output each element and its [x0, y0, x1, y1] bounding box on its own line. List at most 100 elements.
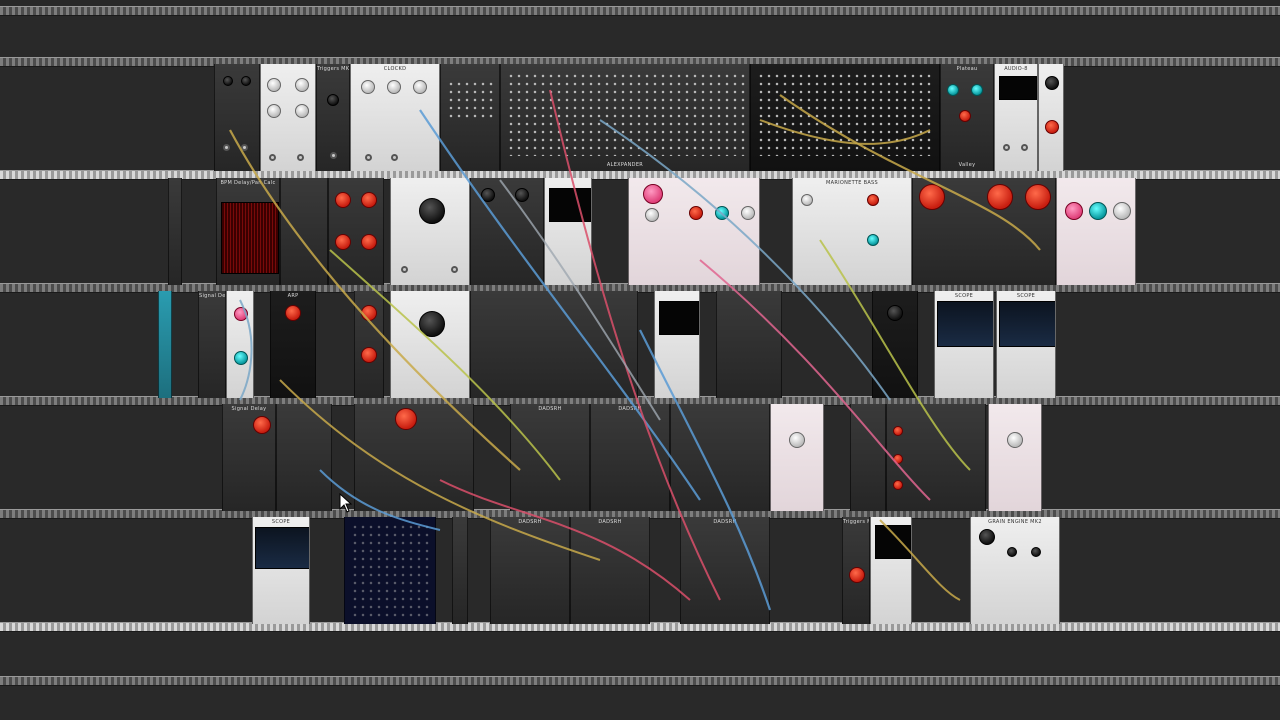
knob[interactable] — [419, 311, 445, 337]
button[interactable] — [893, 480, 903, 490]
module-bpm-calc[interactable]: BPM Delay/Pan Calc — [216, 178, 280, 285]
expander-knobs[interactable] — [757, 72, 935, 156]
module-sequencer-2[interactable] — [440, 64, 500, 171]
module-arp[interactable]: ARP — [270, 291, 316, 398]
knob[interactable] — [1007, 547, 1017, 557]
module-dadsrh-4[interactable]: DADSRH — [570, 517, 650, 624]
module-signal-delay[interactable]: Signal Delay — [198, 291, 226, 398]
jack[interactable] — [365, 154, 372, 161]
module-sequencer-3[interactable] — [670, 404, 770, 511]
module-quad-lfo[interactable] — [260, 64, 316, 171]
module-sequencer-grid[interactable] — [344, 517, 436, 624]
module-host[interactable] — [544, 178, 592, 285]
knob[interactable] — [867, 234, 879, 246]
module-oscillator[interactable] — [390, 178, 470, 285]
module-drum[interactable] — [716, 291, 782, 398]
knob[interactable] — [1031, 547, 1041, 557]
knob[interactable] — [395, 408, 417, 430]
knob[interactable] — [1007, 432, 1023, 448]
button[interactable] — [893, 426, 903, 436]
jack[interactable] — [401, 266, 408, 273]
knob[interactable] — [223, 76, 233, 86]
knob[interactable] — [361, 80, 375, 94]
button-grid[interactable] — [447, 80, 495, 120]
jack[interactable] — [241, 144, 248, 151]
module-triggers-mkii-2[interactable]: Triggers MKII — [842, 517, 870, 624]
knob[interactable] — [295, 104, 309, 118]
knob[interactable] — [887, 305, 903, 321]
mixer-knobs[interactable] — [507, 72, 745, 156]
knob[interactable] — [741, 206, 755, 220]
knob[interactable] — [715, 206, 729, 220]
knob[interactable] — [689, 206, 703, 220]
knob[interactable] — [1025, 184, 1051, 210]
knob[interactable] — [387, 80, 401, 94]
step-grid[interactable] — [351, 523, 431, 617]
module-mixer[interactable]: ALEXPANDER — [500, 64, 750, 171]
knob[interactable] — [1113, 202, 1131, 220]
knob[interactable] — [413, 80, 427, 94]
knob[interactable] — [971, 84, 983, 96]
module-triggers-mkii[interactable]: Triggers MKII — [316, 64, 350, 171]
knob[interactable] — [643, 184, 663, 204]
module-audio-8[interactable]: AUDIO-8 — [994, 64, 1038, 171]
knob[interactable] — [1065, 202, 1083, 220]
module-ui-expander[interactable] — [470, 291, 638, 398]
module-grain-engine[interactable]: GRAIN ENGINE MK2 — [970, 517, 1060, 624]
jack[interactable] — [330, 152, 337, 159]
button[interactable] — [361, 192, 377, 208]
module-mid[interactable] — [276, 404, 332, 511]
module-stereo-reverb[interactable] — [872, 291, 918, 398]
module-signal-delay-2[interactable]: Signal Delay — [222, 404, 276, 511]
module-dadsrh-2[interactable]: DADSRH — [590, 404, 670, 511]
button[interactable] — [849, 567, 865, 583]
knob[interactable] — [979, 529, 995, 545]
knob[interactable] — [801, 194, 813, 206]
module-trigger-buttons[interactable] — [328, 178, 384, 285]
button[interactable] — [361, 347, 377, 363]
knob[interactable] — [295, 78, 309, 92]
knob[interactable] — [959, 110, 971, 122]
module-scope-3[interactable]: SCOPE — [252, 517, 310, 624]
knob[interactable] — [1089, 202, 1107, 220]
knob[interactable] — [987, 184, 1013, 210]
module-buttons-red[interactable] — [886, 404, 986, 511]
module-narrow-2[interactable] — [452, 517, 468, 624]
module-mixer-expander[interactable] — [750, 64, 940, 171]
rack-canvas[interactable]: Triggers MKII CLOCKD ALEXPANDER Plateau … — [0, 0, 1280, 720]
module-plateau[interactable]: Plateau Valley — [940, 64, 994, 171]
module-scope[interactable]: SCOPE — [934, 291, 994, 398]
jack[interactable] — [223, 144, 230, 151]
module-pan[interactable] — [850, 404, 886, 511]
knob[interactable] — [481, 188, 495, 202]
module-synth-voice[interactable] — [628, 178, 760, 285]
module-dadsrh-3[interactable]: DADSRH — [490, 517, 570, 624]
audio-device-display[interactable] — [999, 76, 1037, 100]
module-synth-voice-2[interactable] — [1056, 178, 1136, 285]
jack[interactable] — [269, 154, 276, 161]
knob[interactable] — [789, 432, 805, 448]
knob[interactable] — [1045, 120, 1059, 134]
button[interactable] — [335, 192, 351, 208]
knob[interactable] — [267, 104, 281, 118]
module-dual-filter[interactable] — [912, 178, 1056, 285]
knob[interactable] — [947, 84, 959, 96]
knob[interactable] — [234, 307, 248, 321]
knob[interactable] — [1045, 76, 1059, 90]
module-scope-2[interactable]: SCOPE — [996, 291, 1056, 398]
jack[interactable] — [391, 154, 398, 161]
module-filter-2[interactable] — [354, 404, 474, 511]
module-button-column[interactable] — [354, 291, 384, 398]
module-host-2[interactable] — [654, 291, 700, 398]
jack[interactable] — [297, 154, 304, 161]
module-teal-strip[interactable] — [158, 291, 172, 398]
button[interactable] — [361, 234, 377, 250]
button[interactable] — [335, 234, 351, 250]
module-vca[interactable] — [1038, 64, 1064, 171]
knob[interactable] — [241, 76, 251, 86]
module-synth-voice-3[interactable] — [770, 404, 824, 511]
knob[interactable] — [419, 198, 445, 224]
knob[interactable] — [867, 194, 879, 206]
module-filter[interactable] — [470, 178, 544, 285]
module-marionette-bass[interactable]: MARIONETTE BASS — [792, 178, 912, 285]
